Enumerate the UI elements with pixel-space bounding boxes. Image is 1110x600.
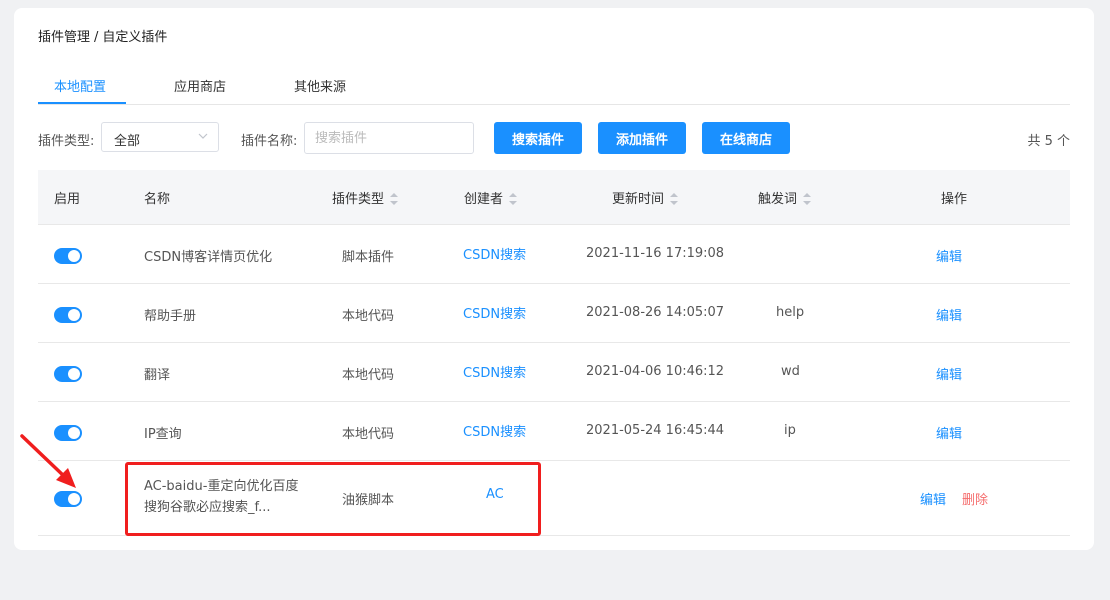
header-updated[interactable]: 更新时间	[612, 188, 679, 207]
active-tab-underline	[38, 102, 126, 104]
filter-bar: 插件类型: 全部 插件名称: 搜索插件 添加插件 在线商店 共 5 个	[38, 122, 1070, 154]
row-creator-link[interactable]: CSDN搜索	[463, 362, 526, 381]
plugin-type-value: 全部	[114, 134, 141, 149]
row-type: 本地代码	[342, 309, 395, 324]
row-type: 脚本插件	[342, 250, 395, 265]
sort-icon[interactable]	[670, 192, 679, 205]
header-updated-label: 更新时间	[612, 192, 665, 207]
row-type: 本地代码	[342, 368, 395, 383]
plugin-search-input[interactable]	[304, 122, 474, 154]
add-plugin-button[interactable]: 添加插件	[598, 122, 686, 154]
enable-toggle[interactable]	[54, 491, 82, 507]
total-count: 共 5 个	[1027, 134, 1070, 149]
edit-link[interactable]: 编辑	[936, 305, 962, 324]
header-creator[interactable]: 创建者	[464, 188, 518, 207]
sort-icon[interactable]	[390, 192, 399, 205]
row-trigger: help	[776, 305, 805, 320]
row-name: CSDN博客详情页优化	[144, 250, 273, 265]
row-creator-link[interactable]: CSDN搜索	[463, 303, 526, 322]
sort-icon[interactable]	[509, 192, 518, 205]
table-row: CSDN博客详情页优化 脚本插件 CSDN搜索 2021-11-16 17:19…	[38, 225, 1070, 284]
row-name: 帮助手册	[144, 309, 197, 324]
enable-toggle[interactable]	[54, 307, 82, 323]
search-plugin-button[interactable]: 搜索插件	[494, 122, 582, 154]
annotation-arrow-icon	[20, 434, 76, 488]
enable-toggle[interactable]	[54, 366, 82, 382]
row-updated: 2021-11-16 17:19:08	[586, 246, 725, 261]
edit-link[interactable]: 编辑	[936, 364, 962, 383]
tab-app-store[interactable]: 应用商店	[174, 76, 226, 95]
header-type[interactable]: 插件类型	[332, 188, 399, 207]
header-actions: 操作	[941, 192, 968, 207]
enable-toggle[interactable]	[54, 248, 82, 264]
row-creator-link[interactable]: CSDN搜索	[463, 244, 526, 263]
row-trigger: ip	[784, 423, 796, 438]
tab-bar: 本地配置 应用商店 其他来源	[38, 64, 1070, 105]
tab-local-config[interactable]: 本地配置	[54, 76, 106, 95]
chevron-down-icon	[198, 133, 208, 139]
plugin-type-label: 插件类型:	[38, 134, 95, 149]
edit-link[interactable]: 编辑	[920, 489, 946, 508]
online-store-button[interactable]: 在线商店	[702, 122, 790, 154]
edit-link[interactable]: 编辑	[936, 246, 962, 265]
header-enabled: 启用	[54, 192, 81, 207]
plugin-name-label: 插件名称:	[241, 134, 298, 149]
edit-link[interactable]: 编辑	[936, 423, 962, 442]
table-row: IP查询 本地代码 CSDN搜索 2021-05-24 16:45:44 ip …	[38, 402, 1070, 461]
sort-icon[interactable]	[803, 192, 812, 205]
breadcrumb-separator: /	[94, 30, 99, 45]
row-trigger: wd	[781, 364, 800, 379]
table-header: 启用 名称 插件类型 创建者 更新时间 触发词 操作	[38, 170, 1070, 225]
header-trigger-label: 触发词	[758, 192, 798, 207]
row-updated: 2021-04-06 10:46:12	[586, 364, 725, 379]
delete-link[interactable]: 删除	[962, 489, 988, 508]
row-updated: 2021-05-24 16:45:44	[586, 423, 725, 438]
row-updated: 2021-08-26 14:05:07	[586, 305, 725, 320]
table-row: 帮助手册 本地代码 CSDN搜索 2021-08-26 14:05:07 hel…	[38, 284, 1070, 343]
table-row: 翻译 本地代码 CSDN搜索 2021-04-06 10:46:12 wd 编辑	[38, 343, 1070, 402]
row-name: IP查询	[144, 427, 182, 442]
breadcrumb-parent[interactable]: 插件管理	[38, 30, 90, 45]
header-creator-label: 创建者	[464, 192, 504, 207]
tab-other-sources[interactable]: 其他来源	[294, 76, 346, 95]
header-type-label: 插件类型	[332, 192, 385, 207]
plugin-type-select[interactable]: 全部	[101, 122, 219, 152]
row-name: 翻译	[144, 368, 171, 383]
breadcrumb-current: 自定义插件	[102, 30, 168, 45]
header-trigger[interactable]: 触发词	[758, 188, 812, 207]
row-type: 本地代码	[342, 427, 395, 442]
row-creator-link[interactable]: CSDN搜索	[463, 421, 526, 440]
annotation-highlight-box	[125, 462, 541, 536]
header-name: 名称	[144, 192, 171, 207]
breadcrumb: 插件管理 / 自定义插件	[38, 26, 167, 45]
